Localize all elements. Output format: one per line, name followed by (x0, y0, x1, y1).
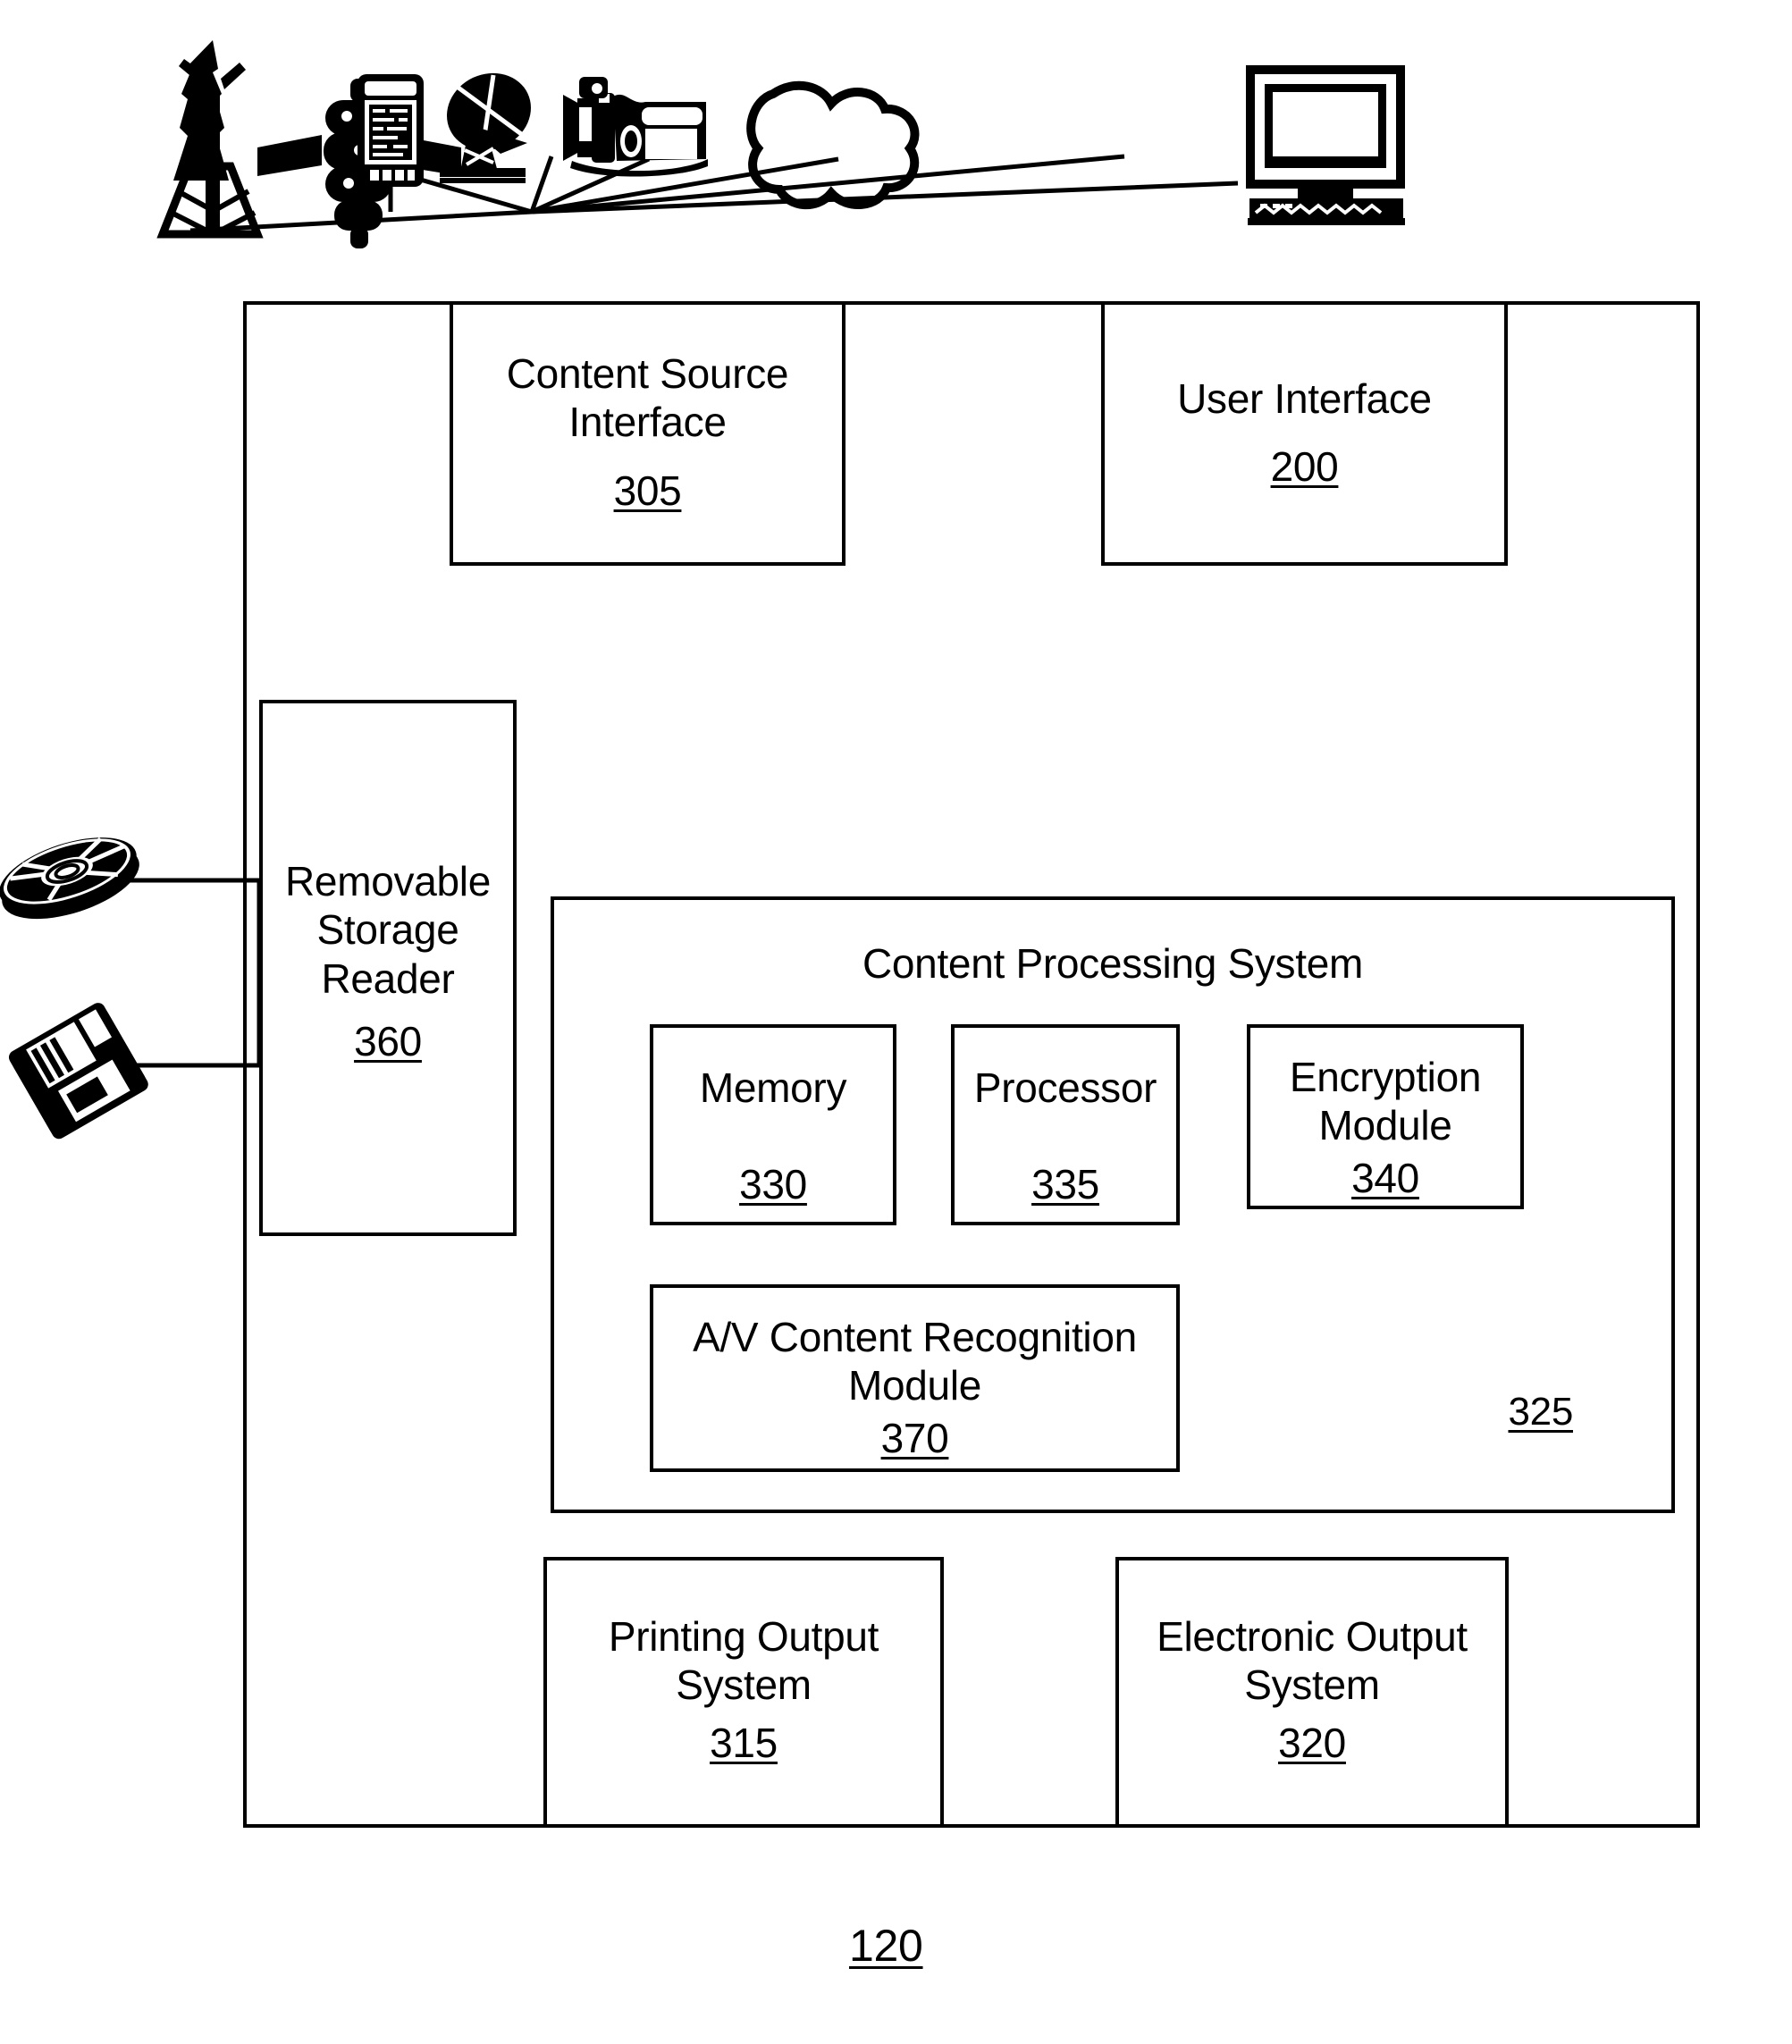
user-interface-ref: 200 (1270, 443, 1339, 491)
content-processing-system-box[interactable]: Content Processing System 325 Memory 330… (551, 896, 1675, 1513)
optical-disc-icon (0, 837, 139, 920)
removable-storage-reader-box[interactable]: Removable Storage Reader 360 (259, 700, 517, 1236)
removable-storage-reader-title-line1: Removable (285, 858, 491, 904)
printing-output-system-box[interactable]: Printing Output System 315 (543, 1557, 944, 1828)
electronic-output-system-title-line2: System (1244, 1661, 1380, 1709)
floppy-disk-icon (8, 1003, 148, 1140)
av-content-recognition-module-title-line2: Module (847, 1362, 982, 1409)
line-optical-disc-to-reader (113, 878, 262, 1068)
encryption-module-title-line2: Module (1318, 1102, 1452, 1149)
av-content-recognition-module-ref: 370 (880, 1414, 949, 1461)
removable-media-connector-lines (113, 878, 262, 1068)
broadcast-tower-icon (156, 40, 264, 239)
figure-reference-numeral: 120 (849, 1921, 923, 1971)
user-interface-title-line1: User Interface (1177, 375, 1432, 422)
processor-box[interactable]: Processor 335 (951, 1024, 1180, 1225)
processor-title: Processor (973, 1064, 1157, 1111)
electronic-output-system-box[interactable]: Electronic Output System 320 (1115, 1557, 1509, 1828)
electronic-output-system-ref: 320 (1278, 1719, 1346, 1766)
encryption-module-title-line1: Encryption (1289, 1054, 1482, 1100)
removable-storage-reader-title-line3: Reader (321, 955, 455, 1002)
memory-box[interactable]: Memory 330 (650, 1024, 896, 1225)
printing-output-system-title-line2: System (676, 1661, 812, 1709)
content-source-interface-box[interactable]: Content Source Interface 305 (450, 301, 846, 566)
electronic-output-system-title-line1: Electronic Output (1157, 1613, 1468, 1660)
content-source-interface-title-line2: Interface (568, 399, 727, 446)
line-to-network-cloud (531, 154, 1125, 214)
network-cloud-icon (746, 80, 920, 210)
removable-storage-reader-title-line2: Storage (316, 906, 459, 954)
processor-ref: 335 (1031, 1161, 1099, 1208)
video-camera-icon (563, 77, 708, 177)
user-interface-box[interactable]: User Interface 200 (1101, 301, 1508, 566)
printing-output-system-ref: 315 (710, 1719, 778, 1766)
content-processing-system-title: Content Processing System (862, 940, 1364, 987)
memory-title: Memory (699, 1064, 847, 1111)
desktop-computer-icon (1246, 65, 1405, 225)
patent-figure: Content Source Interface 305 User Interf… (0, 0, 1792, 2044)
removable-storage-reader-ref: 360 (354, 1017, 422, 1064)
content-source-interface-title-line1: Content Source (506, 350, 789, 397)
av-content-recognition-module-box[interactable]: A/V Content Recognition Module 370 (650, 1284, 1180, 1472)
encryption-module-ref: 340 (1351, 1154, 1419, 1201)
printing-output-system-title-line1: Printing Output (608, 1613, 879, 1660)
memory-ref: 330 (739, 1161, 807, 1208)
content-source-interface-ref: 305 (613, 467, 682, 514)
av-content-recognition-module-title-line1: A/V Content Recognition (693, 1314, 1137, 1360)
encryption-module-box[interactable]: Encryption Module 340 (1247, 1024, 1524, 1209)
content-processing-system-ref: 325 (1508, 1390, 1573, 1434)
